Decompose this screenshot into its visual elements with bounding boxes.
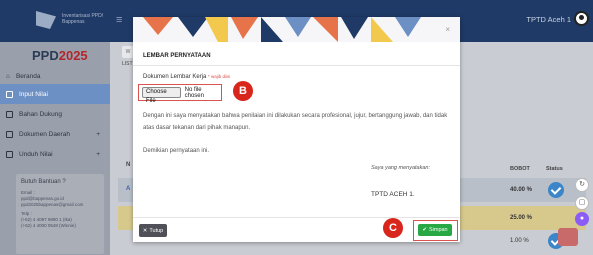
- monitor-icon: [6, 150, 13, 158]
- sidebar-title-main: PPD: [32, 48, 59, 63]
- list-label: LIST: [122, 61, 133, 67]
- sidebar-item-label: Input Nilai: [19, 90, 48, 98]
- signer-name: TPTD ACEH 1.: [371, 191, 415, 198]
- bobot-value: 25.00 %: [510, 215, 533, 221]
- banner-pattern: [133, 17, 460, 42]
- modal-title: LEMBAR PERNYATAAN: [143, 53, 211, 59]
- sidebar-item-label: Bahan Dukung: [19, 110, 63, 118]
- status-check-icon: [548, 182, 564, 198]
- sidebar-item-bahan-dukung[interactable]: Bahan Dukung: [0, 104, 110, 124]
- check-icon: ✔: [422, 227, 427, 233]
- column-header-status: Status: [546, 166, 563, 172]
- file-status: No file chosen: [184, 86, 204, 99]
- file-input[interactable]: Choose File No file chosen: [138, 84, 222, 104]
- folder-icon: [6, 130, 13, 138]
- bappenas-logo: [36, 11, 56, 29]
- expand-icon[interactable]: +: [96, 151, 100, 158]
- column-header-bobot: BOBOT: [510, 166, 530, 172]
- statement-paragraph: Dengan ini saya menyatakan bahwa penilai…: [143, 113, 448, 131]
- refresh-icon[interactable]: ↻: [575, 178, 589, 192]
- sidebar: PPD2025 ⌂ Beranda Input Nilai Bahan Duku…: [0, 42, 110, 255]
- user-avatar-icon[interactable]: [574, 11, 589, 26]
- document-label-text: Dokumen Lembar Kerja: [143, 74, 207, 80]
- help-title: Butuh Bantuan ?: [21, 179, 66, 185]
- assistant-icon[interactable]: ●: [575, 212, 589, 226]
- choose-file-button[interactable]: Choose File: [142, 87, 181, 104]
- sidebar-item-label: Unduh Nilai: [19, 150, 53, 158]
- save-highlight: ✔ Simpan: [413, 220, 458, 241]
- column-header-n: N: [126, 162, 131, 168]
- hamburger-icon[interactable]: ≡: [116, 14, 122, 26]
- document-label: Dokumen Lembar Kerja * wajib diisi: [143, 74, 230, 80]
- save-button-label: Simpan: [428, 227, 448, 233]
- annotation-badge-b: B: [233, 81, 253, 101]
- bobot-value: 40.00 %: [510, 187, 533, 193]
- statement-modal: × LEMBAR PERNYATAAN Dokumen Lembar Kerja…: [133, 17, 460, 242]
- close-button-label: Tutup: [149, 227, 164, 234]
- sidebar-item-input-nilai[interactable]: Input Nilai: [0, 84, 110, 104]
- home-icon: ⌂: [6, 72, 10, 80]
- divider: [133, 65, 460, 66]
- closing-text: Demikian pernyataan ini.: [143, 148, 210, 154]
- expand-icon[interactable]: +: [96, 131, 100, 138]
- annotation-badge-c: C: [383, 218, 403, 238]
- close-button[interactable]: ✕ Tutup: [139, 224, 167, 237]
- sidebar-item-label: Dokumen Daerah: [19, 130, 70, 138]
- sidebar-item-beranda[interactable]: ⌂ Beranda: [0, 66, 110, 86]
- bobot-value: 1.00 %: [510, 238, 529, 244]
- save-button[interactable]: ✔ Simpan: [418, 224, 452, 236]
- brand-text: Inventarisasi PPD/ Bappenas: [62, 13, 104, 25]
- modal-footer: ✕ Tutup ✔ Simpan: [133, 217, 460, 242]
- close-icon[interactable]: ×: [445, 25, 450, 34]
- sidebar-title: PPD2025: [32, 48, 88, 63]
- help-phone[interactable]: (+62) 4 4000 0548 (Winnie): [21, 223, 99, 229]
- help-box: Butuh Bantuan ? Email : ppd@bappenas.go.…: [16, 174, 104, 254]
- signature-caption: Saya yang menyatakan:: [371, 165, 431, 171]
- close-x-icon: ✕: [142, 227, 148, 234]
- table-icon: [6, 90, 13, 98]
- layout-icon[interactable]: ▢: [575, 196, 589, 210]
- modal-banner: ×: [133, 17, 460, 42]
- user-name[interactable]: TPTD Aceh 1: [526, 15, 571, 24]
- row-label-a: A: [126, 186, 131, 192]
- action-button[interactable]: [558, 228, 578, 246]
- sidebar-item-dokumen-daerah[interactable]: Dokumen Daerah +: [0, 124, 110, 144]
- sidebar-item-label: Beranda: [15, 72, 41, 80]
- edit-icon: [6, 110, 13, 118]
- required-note: * wajib diisi: [208, 74, 231, 79]
- sidebar-item-unduh-nilai[interactable]: Unduh Nilai +: [0, 144, 110, 164]
- sidebar-title-year: 2025: [58, 48, 88, 63]
